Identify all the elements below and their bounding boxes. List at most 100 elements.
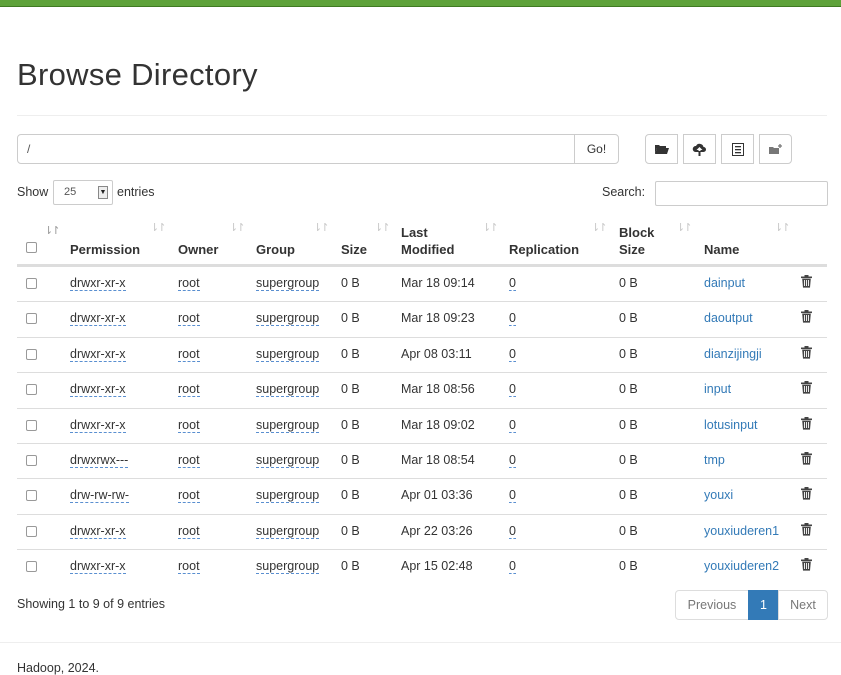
permission-cell[interactable]: drwxr-xr-x <box>70 311 126 327</box>
permission-cell[interactable]: drwxr-xr-x <box>70 559 126 575</box>
row-checkbox[interactable] <box>26 278 37 289</box>
modified-cell: Apr 01 03:36 <box>401 488 473 503</box>
name-link[interactable]: lotusinput <box>704 418 758 432</box>
row-checkbox[interactable] <box>26 455 37 466</box>
replication-cell[interactable]: 0 <box>509 382 516 398</box>
replication-cell[interactable]: 0 <box>509 559 516 575</box>
header-name[interactable]: Name <box>704 241 739 258</box>
group-cell[interactable]: supergroup <box>256 418 320 433</box>
delete-icon[interactable] <box>801 345 812 362</box>
row-checkbox[interactable] <box>26 525 37 537</box>
entries-per-page-select[interactable]: 25 ▼ <box>53 180 113 205</box>
sort-icon[interactable]: ⇂↾ <box>313 221 330 234</box>
owner-cell[interactable]: root <box>178 418 200 433</box>
row-checkbox[interactable] <box>26 561 37 573</box>
name-link[interactable]: tmp <box>704 453 725 467</box>
replication-cell[interactable]: 0 <box>509 524 516 539</box>
sort-icon[interactable]: ⇂↾ <box>591 221 608 234</box>
upload-button[interactable] <box>683 134 716 164</box>
header-block-size[interactable]: Size <box>619 241 645 258</box>
delete-icon[interactable] <box>801 381 812 397</box>
name-link[interactable]: youxiuderen1 <box>704 524 779 538</box>
delete-icon[interactable] <box>801 275 812 291</box>
name-link[interactable]: dianzijingji <box>704 347 762 361</box>
current-page-button[interactable]: 1 <box>748 590 779 620</box>
sort-icon[interactable]: ⇂↾ <box>229 221 246 234</box>
row-checkbox[interactable] <box>26 384 37 396</box>
owner-cell[interactable]: root <box>178 524 200 539</box>
delete-icon[interactable] <box>801 487 812 503</box>
table-row: drw-rw-rw-root supergroup 0 B Apr 01 03:36 0… <box>17 478 827 513</box>
permission-cell[interactable]: drwxr-xr-x <box>70 418 126 433</box>
group-cell[interactable]: supergroup <box>256 311 320 327</box>
open-folder-button[interactable] <box>645 134 678 164</box>
owner-cell[interactable]: root <box>178 311 200 327</box>
delete-icon[interactable] <box>801 416 812 433</box>
name-link[interactable]: input <box>704 382 731 396</box>
owner-cell[interactable]: root <box>178 453 200 468</box>
go-button[interactable]: Go! <box>574 134 619 164</box>
sort-icon[interactable]: ⇂↾ <box>374 221 391 234</box>
name-link[interactable]: youxi <box>704 488 733 502</box>
name-link[interactable]: dainput <box>704 276 745 290</box>
replication-cell[interactable]: 0 <box>509 276 516 291</box>
replication-cell[interactable]: 0 <box>509 347 516 362</box>
block-size-cell: 0 B <box>619 523 638 538</box>
replication-cell[interactable]: 0 <box>509 453 516 468</box>
replication-cell[interactable]: 0 <box>509 311 516 327</box>
sort-icon[interactable]: ⇂↾ <box>150 221 167 234</box>
owner-cell[interactable]: root <box>178 276 200 291</box>
group-cell[interactable]: supergroup <box>256 559 320 575</box>
row-checkbox[interactable] <box>26 348 37 360</box>
permission-cell[interactable]: drw-rw-rw- <box>70 488 130 504</box>
select-all-checkbox[interactable] <box>26 242 37 253</box>
row-checkbox[interactable] <box>26 419 37 431</box>
permission-cell[interactable]: drwxr-xr-x <box>70 276 126 291</box>
permission-cell[interactable]: drwxr-xr-x <box>70 524 126 539</box>
owner-cell[interactable]: root <box>178 488 200 504</box>
replication-cell[interactable]: 0 <box>509 418 516 433</box>
show-label: Show <box>17 185 49 199</box>
delete-icon[interactable] <box>801 558 812 574</box>
block-size-cell: 0 B <box>619 382 638 397</box>
next-page-button[interactable]: Next <box>778 590 828 620</box>
block-size-cell: 0 B <box>619 559 638 574</box>
group-cell[interactable]: supergroup <box>256 524 320 539</box>
new-folder-button[interactable] <box>759 134 792 164</box>
group-cell[interactable]: supergroup <box>256 488 320 504</box>
delete-icon[interactable] <box>801 452 812 468</box>
owner-cell[interactable]: root <box>178 347 200 362</box>
permission-cell[interactable]: drwxrwx--- <box>70 453 129 468</box>
header-replication[interactable]: Replication <box>509 241 579 258</box>
search-input[interactable] <box>655 181 828 206</box>
permission-cell[interactable]: drwxr-xr-x <box>70 347 126 362</box>
sort-icon[interactable]: ⇂↾ <box>676 221 693 234</box>
row-checkbox[interactable] <box>26 490 37 502</box>
sort-icon[interactable]: ⇂↾ <box>774 221 791 234</box>
group-cell[interactable]: supergroup <box>256 453 320 468</box>
list-view-button[interactable] <box>721 134 754 164</box>
group-cell[interactable]: supergroup <box>256 382 320 398</box>
delete-icon[interactable] <box>801 522 812 539</box>
delete-icon[interactable] <box>801 310 812 326</box>
header-size[interactable]: Size <box>341 241 367 258</box>
directory-path-input[interactable]: / <box>17 134 575 164</box>
group-cell[interactable]: supergroup <box>256 276 320 291</box>
header-modified[interactable]: Modified <box>401 241 454 258</box>
replication-cell[interactable]: 0 <box>509 488 516 504</box>
permission-cell[interactable]: drwxr-xr-x <box>70 382 126 398</box>
owner-cell[interactable]: root <box>178 382 200 398</box>
name-link[interactable]: youxiuderen2 <box>704 559 779 573</box>
sort-asc-icon[interactable]: ⇂↾ <box>44 224 61 237</box>
group-cell[interactable]: supergroup <box>256 347 320 362</box>
header-permission[interactable]: Permission <box>70 241 140 258</box>
previous-page-button[interactable]: Previous <box>675 590 749 620</box>
header-group[interactable]: Group <box>256 241 295 258</box>
header-block[interactable]: Block <box>619 224 654 241</box>
owner-cell[interactable]: root <box>178 559 200 575</box>
name-link[interactable]: daoutput <box>704 311 753 325</box>
row-checkbox[interactable] <box>26 313 37 325</box>
header-owner[interactable]: Owner <box>178 241 218 258</box>
sort-icon[interactable]: ⇂↾ <box>482 221 499 234</box>
header-last[interactable]: Last <box>401 224 428 241</box>
